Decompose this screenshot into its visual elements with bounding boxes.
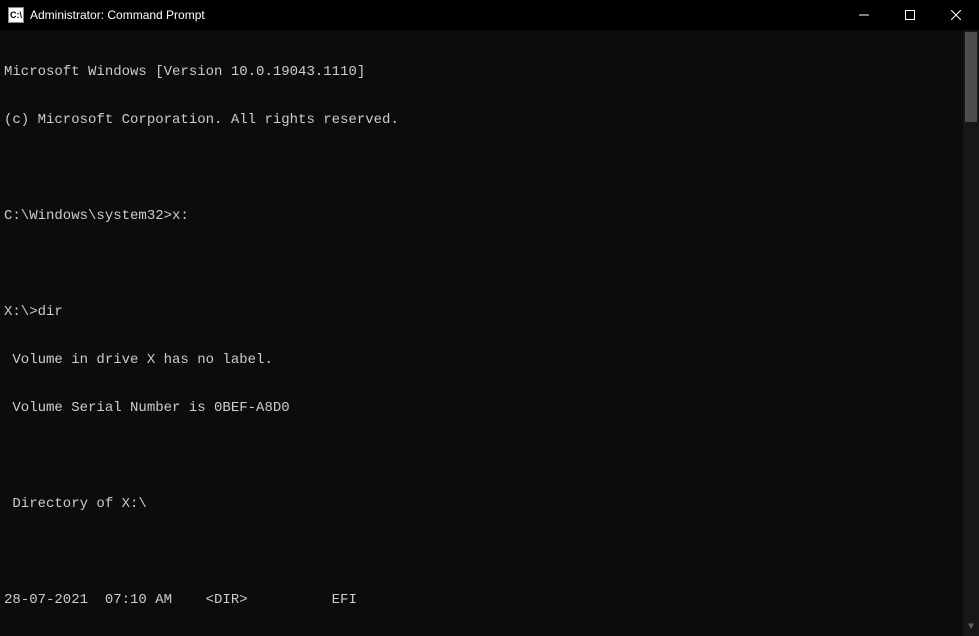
cmd-icon: C:\ (8, 7, 24, 23)
maximize-icon (905, 10, 915, 20)
window-controls (841, 0, 979, 30)
scroll-down-arrow-icon[interactable]: ▼ (963, 620, 979, 636)
window-title: Administrator: Command Prompt (30, 8, 841, 22)
output-line: 28-07-2021 07:10 AM <DIR> EFI (4, 592, 975, 608)
titlebar[interactable]: C:\ Administrator: Command Prompt (0, 0, 979, 30)
output-line: X:\>dir (4, 304, 975, 320)
output-line: C:\Windows\system32>x: (4, 208, 975, 224)
output-line: Microsoft Windows [Version 10.0.19043.11… (4, 64, 975, 80)
output-line: Volume in drive X has no label. (4, 352, 975, 368)
output-line (4, 256, 975, 272)
minimize-icon (859, 10, 869, 20)
close-button[interactable] (933, 0, 979, 30)
vertical-scrollbar[interactable]: ▲ ▼ (963, 30, 979, 636)
output-line (4, 448, 975, 464)
output-line: Volume Serial Number is 0BEF-A8D0 (4, 400, 975, 416)
scrollbar-thumb[interactable] (965, 32, 977, 122)
output-line: (c) Microsoft Corporation. All rights re… (4, 112, 975, 128)
output-line: Directory of X:\ (4, 496, 975, 512)
output-line (4, 160, 975, 176)
maximize-button[interactable] (887, 0, 933, 30)
close-icon (951, 10, 961, 20)
cmd-window: C:\ Administrator: Command Prompt Micros… (0, 0, 979, 636)
output-line (4, 544, 975, 560)
terminal-output[interactable]: Microsoft Windows [Version 10.0.19043.11… (0, 30, 979, 636)
minimize-button[interactable] (841, 0, 887, 30)
